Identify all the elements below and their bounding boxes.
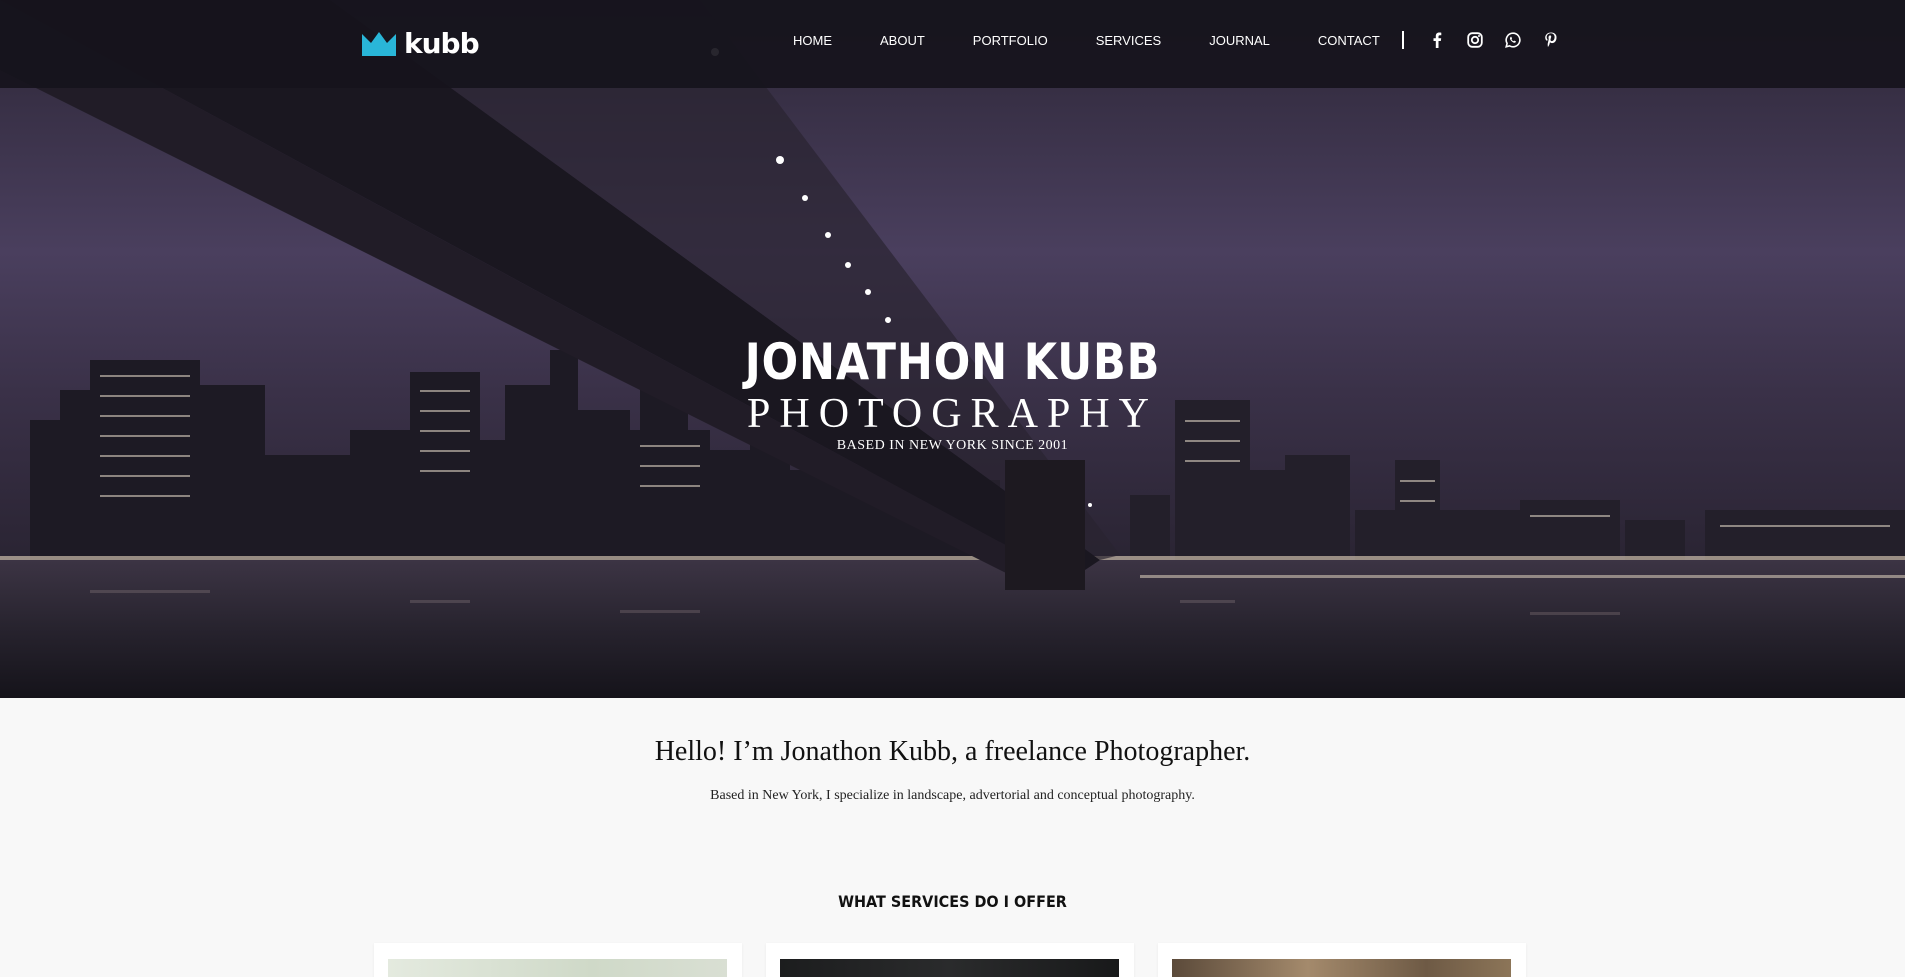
hero-title: JONATHON KUBB xyxy=(744,333,1161,391)
nav-item-portfolio[interactable]: PORTFOLIO xyxy=(973,33,1048,48)
intro-section: Hello! I’m Jonathon Kubb, a freelance Ph… xyxy=(0,736,1905,804)
nav-item-about[interactable]: ABOUT xyxy=(880,33,925,48)
nav-item-home[interactable]: HOME xyxy=(793,33,832,48)
site-logo[interactable]: kubb xyxy=(362,27,480,60)
logo-text: kubb xyxy=(404,27,480,60)
instagram-icon[interactable] xyxy=(1466,31,1484,49)
crown-icon xyxy=(362,31,396,56)
services-heading: WHAT SERVICES DO I OFFER xyxy=(838,892,1067,911)
intro-heading: Hello! I’m Jonathon Kubb, a freelance Ph… xyxy=(654,736,1251,767)
site-header: kubb HOME ABOUT PORTFOLIO SERVICES JOURN… xyxy=(0,0,1905,88)
nav-item-journal[interactable]: JOURNAL xyxy=(1209,33,1270,48)
service-card[interactable] xyxy=(766,943,1134,977)
facebook-icon[interactable] xyxy=(1428,31,1446,49)
nav-divider xyxy=(1401,31,1404,49)
service-card-image xyxy=(780,959,1119,977)
service-card-image xyxy=(388,959,727,977)
nav-item-services[interactable]: SERVICES xyxy=(1096,33,1162,48)
service-cards xyxy=(374,943,1526,977)
whatsapp-icon[interactable] xyxy=(1504,31,1522,49)
service-card[interactable] xyxy=(1158,943,1526,977)
pinterest-icon[interactable] xyxy=(1542,31,1560,49)
hero-text: JONATHON KUBB PHOTOGRAPHY BASED IN NEW Y… xyxy=(0,332,1905,454)
hero-tagline: BASED IN NEW YORK SINCE 2001 xyxy=(836,438,1069,453)
service-card-image xyxy=(1172,959,1511,977)
intro-text: Based in New York, I specialize in lands… xyxy=(710,788,1195,803)
social-links xyxy=(1428,31,1560,49)
main-nav: HOME ABOUT PORTFOLIO SERVICES JOURNAL CO… xyxy=(793,31,1560,49)
service-card[interactable] xyxy=(374,943,742,977)
nav-item-contact[interactable]: CONTACT xyxy=(1318,33,1380,48)
hero-subtitle: PHOTOGRAPHY xyxy=(747,391,1158,437)
